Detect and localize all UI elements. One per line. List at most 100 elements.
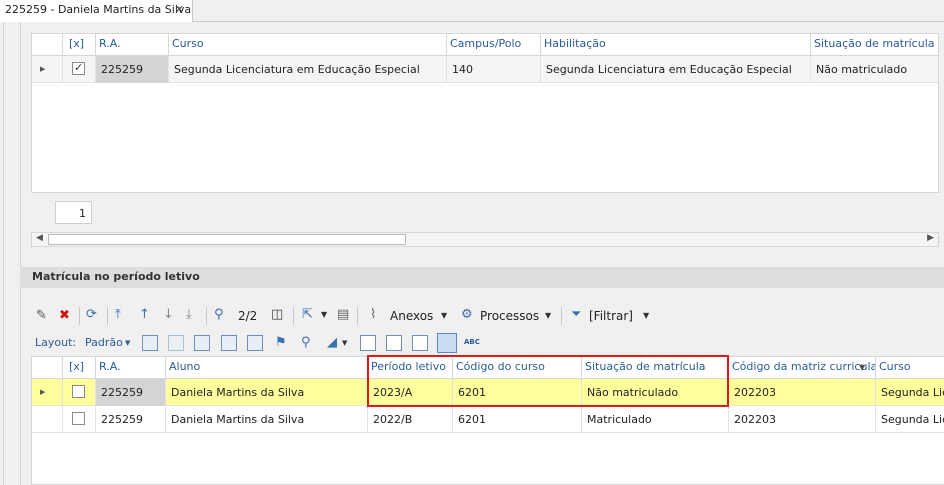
- row-select-cell[interactable]: [62, 406, 95, 433]
- header-situacao[interactable]: Situação de matrícula: [810, 34, 938, 56]
- cell-aluno: Daniela Martins da Silva: [165, 379, 367, 406]
- filter-icon[interactable]: ⏷: [571, 308, 581, 322]
- export-dropdown-icon[interactable]: ▼: [321, 310, 327, 319]
- header-select[interactable]: [x]: [62, 34, 95, 56]
- row-expand-icon[interactable]: ▶: [40, 388, 45, 396]
- sort-desc-icon[interactable]: ▼: [859, 363, 865, 372]
- header-codigo-curso[interactable]: Código do curso: [452, 357, 581, 379]
- cell-matriz: 202203: [728, 406, 875, 433]
- table-row[interactable]: ▶ 225259 Daniela Martins da Silva 2023/A…: [32, 379, 944, 406]
- cell-campus: 140: [446, 56, 540, 83]
- layout-save-icon[interactable]: [194, 335, 210, 351]
- tab-student-record[interactable]: 225259 - Daniela Martins da Silva ✕: [0, 0, 193, 22]
- page-number[interactable]: 1: [55, 201, 92, 224]
- cell-aluno: Daniela Martins da Silva: [165, 406, 367, 433]
- cell-ra: 225259: [95, 406, 165, 433]
- header-curso[interactable]: Curso: [168, 34, 446, 56]
- paperclip-icon[interactable]: ⌇: [370, 308, 376, 322]
- cell-periodo: 2023/A: [367, 379, 452, 406]
- left-border-inner: [20, 22, 21, 485]
- header-ra[interactable]: R.A.: [95, 357, 165, 379]
- filter-dropdown-icon[interactable]: ▼: [643, 311, 649, 320]
- header-curso[interactable]: Curso: [875, 357, 944, 379]
- layout-dropdown-icon[interactable]: ▼: [125, 339, 130, 347]
- layout-download-icon[interactable]: [247, 335, 263, 351]
- layout-padrao-select[interactable]: Padrão: [85, 336, 123, 349]
- cell-curso: Segunda Licenciatura em Educação Especia…: [168, 56, 446, 83]
- close-icon[interactable]: ✕: [175, 3, 184, 16]
- cell-curso: Segunda Lic: [875, 406, 944, 433]
- header-periodo[interactable]: Período letivo: [367, 357, 452, 379]
- delete-x-icon[interactable]: ✖: [59, 309, 70, 323]
- record-count: 2/2: [238, 309, 258, 323]
- refresh-icon[interactable]: ⟳: [86, 308, 97, 322]
- previous-record-icon[interactable]: ↑: [139, 308, 150, 322]
- columns-icon[interactable]: ◫: [271, 308, 283, 322]
- row-select-cell[interactable]: [62, 56, 95, 83]
- header-aluno[interactable]: Aluno: [165, 357, 367, 379]
- left-border: [3, 22, 4, 485]
- row-expand-icon[interactable]: ▶: [40, 65, 45, 73]
- row-select-cell[interactable]: [62, 379, 95, 406]
- enrollment-grid: [x] R.A. Aluno Período letivo Código do …: [31, 356, 944, 485]
- scroll-right-icon[interactable]: ▶: [927, 233, 934, 243]
- grid-header: [x] R.A. Aluno Período letivo Código do …: [32, 357, 944, 379]
- tab-bar: 225259 - Daniela Martins da Silva ✕: [0, 0, 944, 22]
- cell-situacao: Matriculado: [581, 406, 728, 433]
- layout-top-panel-icon[interactable]: [412, 335, 428, 351]
- first-record-icon[interactable]: ⤒: [115, 308, 121, 322]
- header-campus[interactable]: Campus/Polo: [446, 34, 540, 56]
- cell-situacao: Não matriculado: [581, 379, 728, 406]
- cell-ra: 225259: [95, 56, 168, 83]
- scroll-left-icon[interactable]: ◀: [36, 233, 43, 243]
- row-checkbox[interactable]: [72, 412, 85, 425]
- header-situacao[interactable]: Situação de matrícula: [581, 357, 728, 379]
- cell-ra: 225259: [95, 379, 165, 406]
- processos-button[interactable]: Processos: [480, 309, 539, 323]
- anexos-dropdown-icon[interactable]: ▼: [441, 311, 447, 320]
- layout-compact-icon[interactable]: [437, 333, 457, 353]
- header-ra[interactable]: R.A.: [95, 34, 168, 56]
- chart-dropdown-icon[interactable]: ▼: [342, 339, 347, 347]
- tab-title: 225259 - Daniela Martins da Silva: [5, 3, 192, 16]
- last-record-icon[interactable]: ⤓: [186, 308, 192, 322]
- document-icon[interactable]: ▤: [337, 308, 349, 322]
- header-select[interactable]: [x]: [62, 357, 95, 379]
- processos-dropdown-icon[interactable]: ▼: [545, 311, 551, 320]
- next-record-icon[interactable]: ↓: [163, 308, 174, 322]
- anexos-button[interactable]: Anexos: [390, 309, 433, 323]
- horizontal-scrollbar[interactable]: ◀ ▶: [31, 232, 939, 247]
- layout-add-icon[interactable]: [142, 335, 158, 351]
- toolbar: ✎ ✖ ⟳ ⤒ ↑ ↓ ⤓ ⚲ 2/2 ◫ ⇱ ▼ ▤ ⌇ Anexos ▼ ⚙…: [31, 302, 944, 330]
- table-row[interactable]: ▶ 225259 Segunda Licenciatura em Educaçã…: [32, 56, 938, 83]
- export-icon[interactable]: ⇱: [302, 308, 313, 322]
- cell-codigo-curso: 6201: [452, 379, 581, 406]
- filter-button[interactable]: [Filtrar]: [589, 309, 633, 323]
- cell-curso: Segunda Lic: [875, 379, 944, 406]
- brush-icon[interactable]: ⚑: [275, 336, 287, 350]
- table-row[interactable]: 225259 Daniela Martins da Silva 2022/B 6…: [32, 406, 944, 433]
- courses-grid: [x] R.A. Curso Campus/Polo Habilitação S…: [31, 33, 939, 193]
- pagination-area: 1: [31, 193, 939, 233]
- header-habilitacao[interactable]: Habilitação: [540, 34, 810, 56]
- pin-icon[interactable]: ⚲: [301, 336, 311, 350]
- header-matriz[interactable]: Código da matriz curricular: [728, 357, 875, 379]
- layout-upload-icon[interactable]: [221, 335, 237, 351]
- search-icon[interactable]: ⚲: [214, 308, 224, 322]
- abc-icon[interactable]: ABC: [464, 338, 480, 346]
- chart-icon[interactable]: ◢: [327, 336, 337, 350]
- layout-label: Layout:: [35, 336, 77, 349]
- grid-header: [x] R.A. Curso Campus/Polo Habilitação S…: [32, 34, 938, 56]
- row-checkbox[interactable]: [72, 385, 85, 398]
- pencil-icon[interactable]: ✎: [36, 309, 47, 323]
- row-checkbox[interactable]: [72, 61, 85, 75]
- layout-remove-icon[interactable]: [168, 335, 184, 351]
- cell-codigo-curso: 6201: [452, 406, 581, 433]
- layout-bar: Layout: Padrão ▼ ⚑ ⚲ ◢ ▼ ABC: [31, 332, 944, 354]
- layout-bottom-panel-icon[interactable]: [360, 335, 376, 351]
- layout-split-panel-icon[interactable]: [386, 335, 402, 351]
- section-title: Matrícula no período letivo: [20, 267, 944, 288]
- gear-icon[interactable]: ⚙: [461, 308, 473, 322]
- scrollbar-thumb[interactable]: [48, 234, 406, 245]
- cell-matriz: 202203: [728, 379, 875, 406]
